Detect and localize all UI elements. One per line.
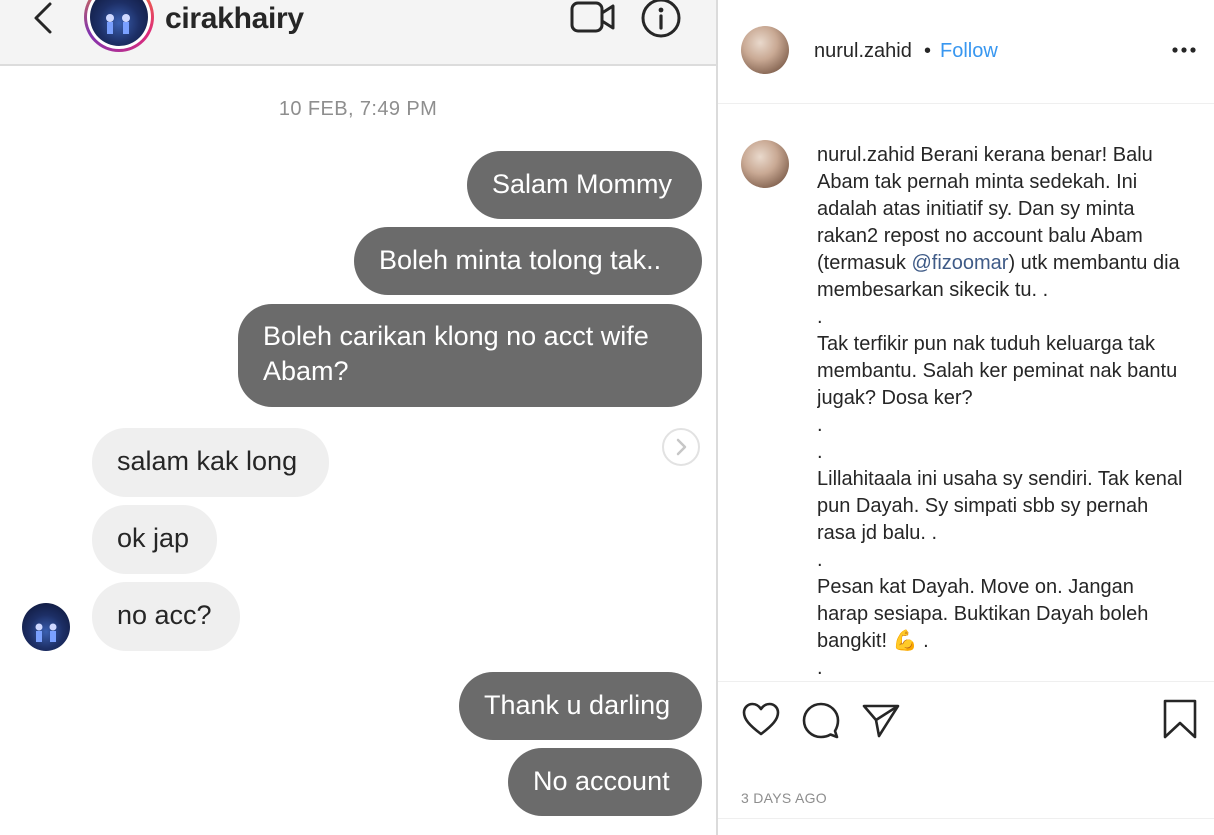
- like-button[interactable]: [741, 700, 781, 740]
- outgoing-message[interactable]: Boleh carikan klong no acct wife Abam?: [238, 304, 702, 407]
- info-icon: [641, 0, 681, 38]
- heart-icon: [742, 702, 780, 736]
- caption-text: ) utk membantu dia membesarkan sikecik t…: [817, 252, 1183, 652]
- post-time: 3 DAYS AGO: [741, 790, 827, 806]
- more-options-button[interactable]: [1170, 38, 1198, 62]
- dm-header: cirakhairy: [0, 0, 716, 66]
- share-button[interactable]: [861, 700, 901, 740]
- chevron-left-icon: [34, 2, 52, 34]
- bookmark-icon: [1163, 699, 1197, 739]
- post-header: nurul.zahid • Follow: [718, 0, 1214, 104]
- incoming-message[interactable]: ok jap: [92, 505, 217, 574]
- outgoing-message[interactable]: Salam Mommy: [467, 151, 702, 219]
- sender-avatar[interactable]: [22, 603, 70, 651]
- paper-plane-icon: [862, 704, 900, 738]
- incoming-message[interactable]: no acc?: [92, 582, 240, 651]
- poster-avatar[interactable]: [741, 26, 789, 74]
- video-camera-icon: [570, 1, 615, 33]
- caption-mention-link[interactable]: @fizoomar: [911, 252, 1008, 274]
- dm-contact-username[interactable]: cirakhairy: [165, 2, 304, 36]
- follow-button[interactable]: Follow: [940, 40, 998, 63]
- dm-contact-avatar[interactable]: [84, 0, 154, 52]
- more-horizontal-icon: [1172, 47, 1196, 53]
- comment-icon: [802, 702, 840, 739]
- caption-avatar[interactable]: [741, 140, 789, 188]
- divider: [718, 818, 1214, 819]
- message-timestamp: 10 FEB, 7:49 PM: [278, 98, 438, 120]
- save-button[interactable]: [1161, 698, 1199, 740]
- incoming-message[interactable]: salam kak long: [92, 428, 329, 497]
- outgoing-message[interactable]: Boleh minta tolong tak..: [354, 227, 702, 295]
- chevron-right-icon: [676, 438, 687, 456]
- avatar-photo: [90, 0, 148, 46]
- caption-username[interactable]: nurul.zahid: [817, 144, 915, 166]
- post-caption: nurul.zahid Berani kerana benar! Balu Ab…: [817, 142, 1187, 678]
- instagram-post-panel: nurul.zahid • Follow nurul.zahid Berani …: [718, 0, 1214, 835]
- direct-message-panel: cirakhairy 10 FEB, 7:49 PM Salam Mommy B…: [0, 0, 716, 835]
- avatar-figures: [106, 14, 130, 34]
- reply-button[interactable]: [662, 428, 700, 466]
- outgoing-message[interactable]: Thank u darling: [459, 672, 702, 740]
- flexed-biceps-emoji: 💪: [892, 630, 918, 652]
- separator-dot: •: [924, 40, 932, 62]
- poster-username[interactable]: nurul.zahid: [814, 40, 912, 63]
- outgoing-message[interactable]: No account: [508, 748, 702, 816]
- video-call-button[interactable]: [570, 0, 616, 36]
- avatar-figures: [35, 623, 57, 642]
- back-button[interactable]: [30, 0, 60, 40]
- comment-button[interactable]: [801, 700, 841, 740]
- info-button[interactable]: [640, 0, 682, 40]
